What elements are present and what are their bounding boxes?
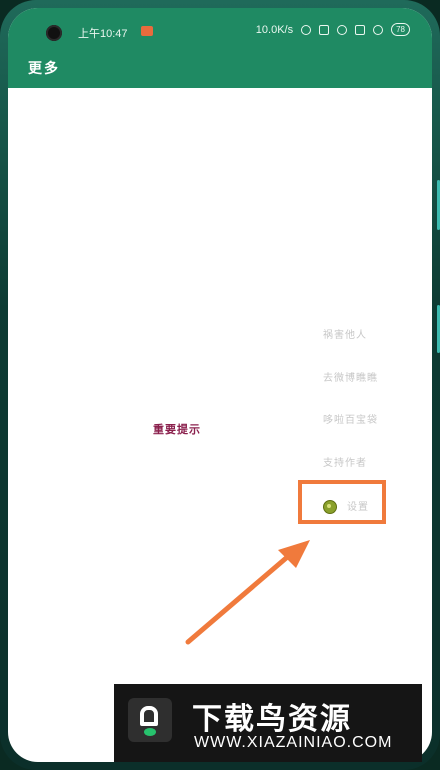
pointer-arrow xyxy=(185,540,310,645)
phone-frame: 上午10:47 10.0K/s 78 更多 重要提示 祸害他人 去微博瞧瞧 哆啦… xyxy=(0,0,440,770)
watermark-url: WWW.XIAZAINIAO.COM xyxy=(194,734,393,751)
watermark-title: 下载鸟资源 xyxy=(192,702,352,737)
bird-logo-icon xyxy=(128,698,172,742)
watermark-banner: 下载鸟资源 WWW.XIAZAINIAO.COM xyxy=(114,684,422,762)
